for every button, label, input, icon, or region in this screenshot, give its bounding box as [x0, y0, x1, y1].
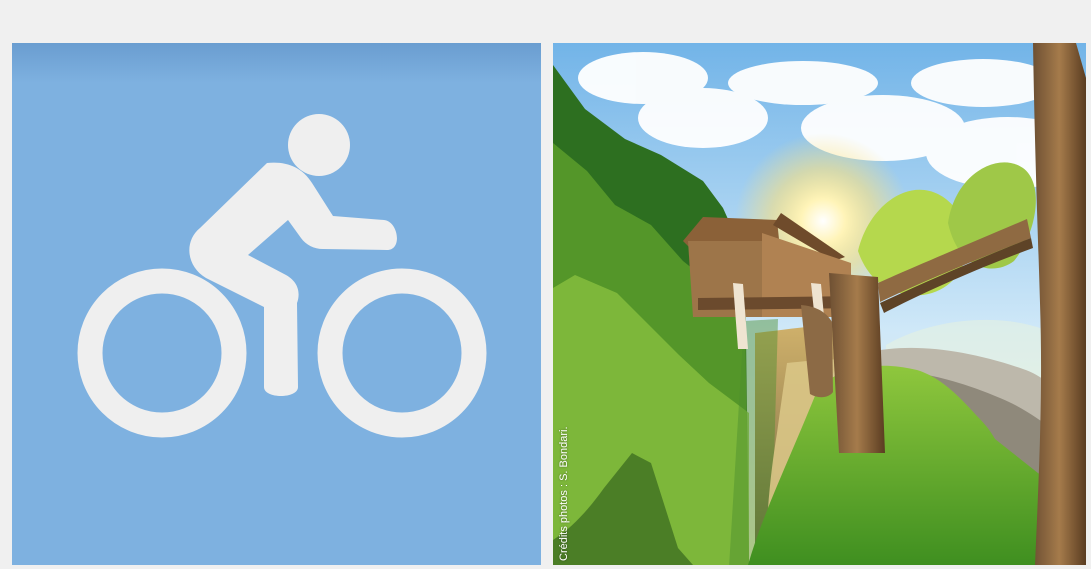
- photo-credit: Crédits photos : S. Bondari.: [558, 426, 570, 561]
- landscape-photo: Crédits photos : S. Bondari.: [553, 43, 1086, 565]
- cycling-icon-panel: [12, 43, 541, 565]
- rear-wheel: [317, 268, 487, 438]
- landscape-image: [553, 43, 1086, 565]
- cyclist-head: [288, 114, 350, 176]
- cyclist-icon: [77, 114, 487, 438]
- front-wheel: [77, 268, 247, 438]
